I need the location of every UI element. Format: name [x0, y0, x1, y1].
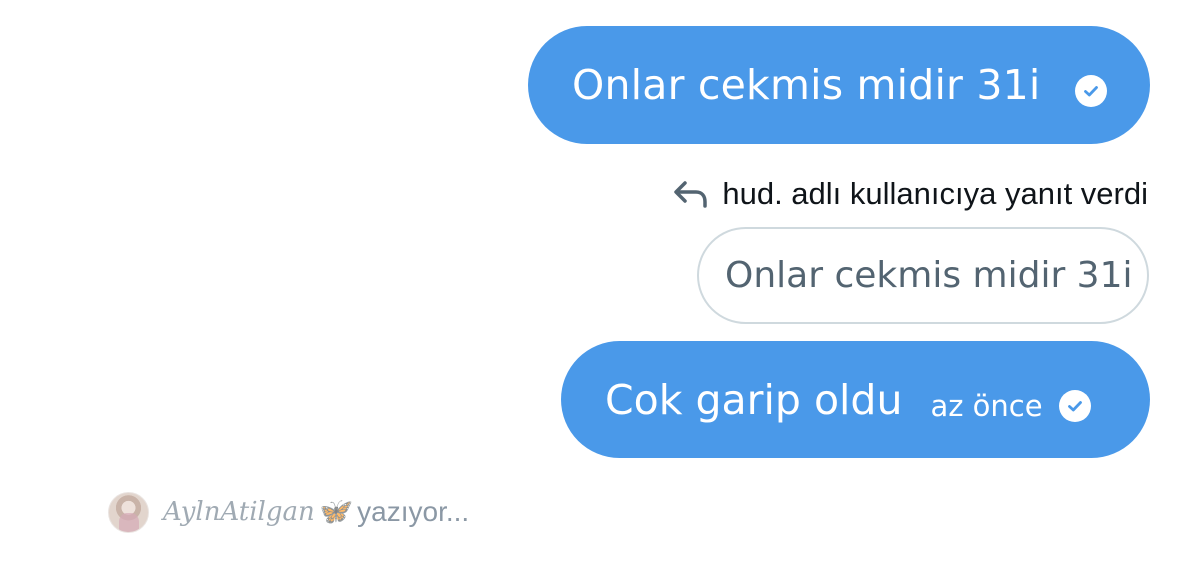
butterfly-icon: 🦋 — [316, 497, 350, 527]
typing-label: yazıyor... — [357, 496, 470, 527]
reply-arrow-icon — [672, 179, 710, 209]
sent-message-bubble[interactable]: Cok garip oldu az önce — [561, 341, 1150, 458]
message-text: Cok garip oldu — [605, 375, 903, 424]
message-timestamp: az önce — [930, 388, 1043, 423]
sent-message-bubble[interactable]: Onlar cekmis midir 31i — [528, 26, 1150, 144]
avatar[interactable] — [108, 491, 149, 533]
typing-user-name: AylnAtilgan — [163, 497, 315, 527]
reply-context: hud. adlı kullanıcıya yanıt verdi — [672, 174, 1148, 214]
message-text: Onlar cekmis midir 31i — [572, 61, 1041, 109]
check-circle-icon — [1058, 389, 1091, 422]
typing-indicator: AylnAtilgan 🦋 yazıyor... — [108, 491, 470, 533]
quoted-message[interactable]: Onlar cekmis midir 31i — [697, 227, 1149, 324]
reply-context-label: hud. adlı kullanıcıya yanıt verdi — [722, 176, 1148, 211]
check-circle-icon — [1074, 75, 1107, 107]
quoted-message-text: Onlar cekmis midir 31i — [725, 255, 1133, 296]
